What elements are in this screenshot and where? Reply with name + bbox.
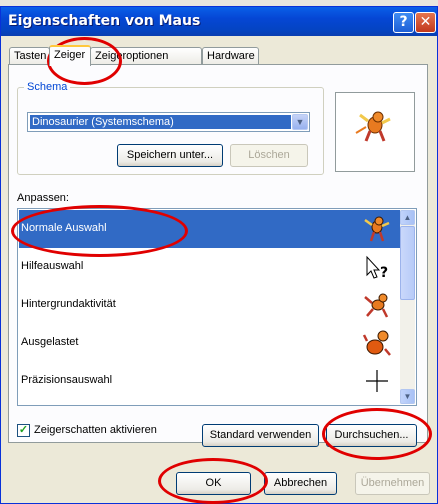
dino-normal-icon bbox=[364, 216, 390, 242]
tab-zeigeroptionen[interactable]: Zeigeroptionen bbox=[90, 47, 202, 65]
tab-hardware[interactable]: Hardware bbox=[202, 47, 259, 65]
help-select-icon: ? bbox=[366, 255, 388, 281]
scroll-up-icon[interactable]: ▲ bbox=[400, 210, 415, 225]
customize-label: Anpassen: bbox=[17, 192, 69, 204]
window-title: Eigenschaften von Maus bbox=[8, 13, 201, 29]
delete-button: Löschen bbox=[230, 144, 308, 167]
crosshair-icon bbox=[366, 370, 388, 392]
cancel-button[interactable]: Abbrechen bbox=[264, 472, 337, 495]
scheme-label: Schema bbox=[24, 81, 71, 93]
dino-busy-icon bbox=[362, 330, 391, 356]
close-button[interactable]: ✕ bbox=[415, 12, 436, 33]
list-item[interactable]: Normale Auswahl bbox=[19, 210, 401, 248]
list-item[interactable]: Ausgelastet bbox=[19, 324, 401, 362]
shadow-checkbox[interactable]: ✓ bbox=[17, 424, 30, 437]
apply-button: Übernehmen bbox=[355, 472, 430, 495]
scheme-selected-value: Dinosaurier (Systemschema) bbox=[30, 115, 291, 129]
scroll-thumb[interactable] bbox=[400, 226, 415, 300]
cursor-list[interactable]: Normale Auswahl Hilfeauswahl ? Hintergru… bbox=[17, 208, 417, 406]
list-item[interactable]: Präzisionsauswahl bbox=[19, 362, 401, 400]
scroll-down-icon[interactable]: ▼ bbox=[400, 389, 415, 404]
list-item[interactable]: Hintergrundaktivität bbox=[19, 286, 401, 324]
help-button[interactable]: ? bbox=[393, 12, 414, 33]
chevron-down-icon[interactable]: ▼ bbox=[292, 114, 308, 130]
scheme-combobox[interactable]: Dinosaurier (Systemschema) ▼ bbox=[27, 112, 310, 132]
list-scrollbar[interactable]: ▲ ▼ bbox=[400, 210, 415, 404]
svg-text:?: ? bbox=[380, 265, 388, 281]
use-default-button[interactable]: Standard verwenden bbox=[202, 424, 319, 447]
tab-zeiger[interactable]: Zeiger bbox=[49, 45, 91, 66]
dino-background-icon bbox=[364, 293, 389, 318]
list-item[interactable]: Hilfeauswahl ? bbox=[19, 248, 401, 286]
dino-preview-icon bbox=[355, 111, 391, 142]
ok-button[interactable]: OK bbox=[176, 472, 251, 495]
browse-button[interactable]: Durchsuchen... bbox=[326, 424, 417, 447]
title-bar[interactable]: Eigenschaften von Maus ? ✕ bbox=[1, 7, 437, 36]
save-as-button[interactable]: Speichern unter... bbox=[117, 144, 223, 167]
tab-tasten[interactable]: Tasten bbox=[9, 47, 50, 65]
cursor-preview bbox=[335, 92, 415, 172]
shadow-label: Zeigerschatten aktivieren bbox=[34, 424, 157, 436]
